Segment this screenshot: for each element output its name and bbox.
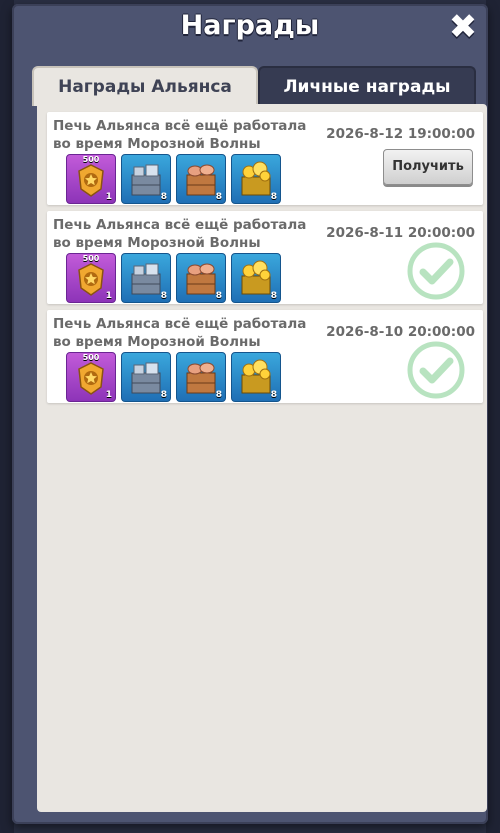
window-title: Награды xyxy=(180,10,320,41)
item-quantity: 8 xyxy=(160,390,167,400)
reward-date: 2026-8-11 20:00:00 xyxy=(326,225,475,241)
meat-crate-item[interactable]: 8 xyxy=(176,352,226,402)
item-quantity: 8 xyxy=(215,390,222,400)
meat-crate-item[interactable]: 8 xyxy=(176,253,226,303)
reward-title: Печь Альянса всё ещё работала во время М… xyxy=(53,217,307,251)
item-quantity: 1 xyxy=(105,390,112,400)
tab-personal-rewards[interactable]: Личные награды xyxy=(258,66,476,106)
item-top-label: 500 xyxy=(82,353,100,362)
item-quantity: 8 xyxy=(270,390,277,400)
close-icon: ✖ xyxy=(448,7,478,47)
claimed-check-icon xyxy=(407,242,465,300)
item-top-label: 500 xyxy=(82,155,100,164)
reward-card: Печь Альянса всё ещё работала во время М… xyxy=(47,211,483,304)
reward-title: Печь Альянса всё ещё работала во время М… xyxy=(53,118,307,152)
item-top-label: 500 xyxy=(82,254,100,263)
tab-alliance-rewards[interactable]: Награды Альянса xyxy=(32,66,258,106)
reward-card: Печь Альянса всё ещё работала во время М… xyxy=(47,310,483,403)
item-quantity: 8 xyxy=(160,291,167,301)
item-quantity: 1 xyxy=(105,291,112,301)
gold-crate-item[interactable]: 8 xyxy=(231,154,281,204)
gold-crate-item[interactable]: 8 xyxy=(231,352,281,402)
rewards-window: Награды ✖ Награды Альянса Личные награды… xyxy=(12,4,488,824)
alliance-badge-item[interactable]: 500 1 xyxy=(66,154,116,204)
item-quantity: 8 xyxy=(270,291,277,301)
claimed-check-icon xyxy=(407,341,465,399)
iron-crate-item[interactable]: 8 xyxy=(121,253,171,303)
claim-button[interactable]: Получить xyxy=(383,149,473,185)
close-button[interactable]: ✖ xyxy=(446,10,480,44)
alliance-badge-item[interactable]: 500 1 xyxy=(66,253,116,303)
reward-date: 2026-8-10 20:00:00 xyxy=(326,324,475,340)
item-quantity: 8 xyxy=(270,192,277,202)
iron-crate-item[interactable]: 8 xyxy=(121,352,171,402)
item-quantity: 8 xyxy=(215,192,222,202)
meat-crate-item[interactable]: 8 xyxy=(176,154,226,204)
rewards-list: Печь Альянса всё ещё работала во время М… xyxy=(37,104,487,812)
item-quantity: 1 xyxy=(105,192,112,202)
iron-crate-item[interactable]: 8 xyxy=(121,154,171,204)
alliance-badge-item[interactable]: 500 1 xyxy=(66,352,116,402)
reward-date: 2026-8-12 19:00:00 xyxy=(326,126,475,142)
reward-card: Печь Альянса всё ещё работала во время М… xyxy=(47,112,483,205)
item-quantity: 8 xyxy=(160,192,167,202)
background-strip-right xyxy=(486,0,500,833)
reward-title: Печь Альянса всё ещё работала во время М… xyxy=(53,316,307,350)
item-quantity: 8 xyxy=(215,291,222,301)
gold-crate-item[interactable]: 8 xyxy=(231,253,281,303)
